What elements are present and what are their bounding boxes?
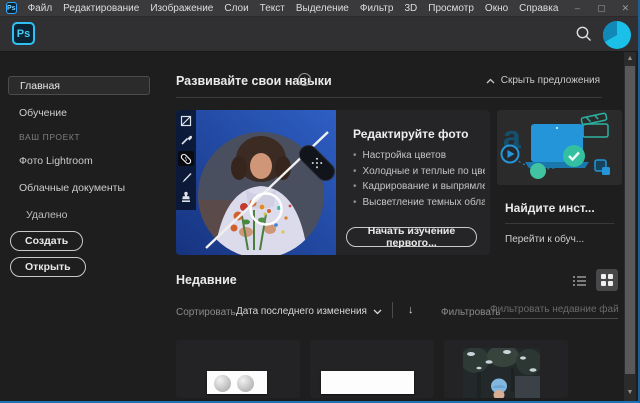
recent-file-tile[interactable]	[444, 340, 568, 398]
sidebar-item-learn[interactable]: Обучение	[19, 107, 67, 119]
edit-card-bullets: Настройка цветов Холодные и теплые по цв…	[353, 150, 485, 208]
hide-suggestions-link[interactable]: Скрыть предложения	[486, 75, 600, 86]
bullet-item: Высветление темных областей	[353, 197, 485, 208]
grid-view-button[interactable]	[596, 269, 618, 291]
photoshop-window: Ps Файл Редактирование Изображение Слои …	[0, 0, 640, 403]
sidebar-item-home[interactable]: Главная	[8, 76, 150, 95]
create-button[interactable]: Создать	[10, 231, 83, 251]
title-bar: Ps Файл Редактирование Изображение Слои …	[0, 0, 638, 17]
edit-photo-card[interactable]: Редактируйте фото Настройка цветов Холод…	[176, 110, 490, 255]
chevron-down-icon	[373, 309, 382, 315]
minimize-button[interactable]: –	[565, 0, 589, 16]
photoshop-logo[interactable]: Ps	[12, 22, 35, 45]
bullet-item: Настройка цветов	[353, 150, 485, 161]
menu-filter[interactable]: Фильтр	[356, 3, 398, 14]
bullet-item: Холодные и теплые по цвету из...	[353, 166, 485, 177]
menu-3d[interactable]: 3D	[400, 3, 421, 14]
menu-image[interactable]: Изображение	[146, 3, 217, 14]
go-to-learn-link[interactable]: Перейти к обуч...	[505, 234, 584, 245]
menu-view[interactable]: Просмотр	[424, 3, 478, 14]
menu-help[interactable]: Справка	[515, 3, 562, 14]
sidebar-item-cloud-docs[interactable]: Облачные документы	[19, 182, 125, 194]
sphere-graphic	[214, 375, 231, 392]
brush-tool-icon[interactable]	[178, 170, 194, 185]
hide-suggestions-label: Скрыть предложения	[501, 75, 600, 86]
menu-type[interactable]: Текст	[256, 3, 289, 14]
list-view-button[interactable]	[572, 273, 588, 289]
crop-tool-icon[interactable]	[178, 113, 194, 128]
find-tools-card[interactable]: a	[497, 110, 622, 255]
chevron-up-icon	[486, 78, 495, 84]
scrollbar[interactable]: ▲ ▼	[624, 52, 636, 401]
close-button[interactable]: ✕	[613, 0, 637, 16]
sort-divider	[392, 302, 393, 318]
scroll-down-button[interactable]: ▼	[624, 387, 636, 399]
sidebar: Главная Обучение ВАШ ПРОЕКТ Фото Lightro…	[0, 52, 160, 403]
bullet-item: Кадрирование и выпрямление...	[353, 181, 485, 192]
sort-direction-button[interactable]: ↓	[408, 304, 414, 316]
healing-brush-tool-icon[interactable]	[178, 151, 194, 166]
scroll-up-button[interactable]: ▲	[624, 53, 636, 65]
main-content: Развивайте свои навыки i Скрыть предложе…	[160, 52, 624, 403]
file-thumbnail	[321, 371, 414, 394]
grid-icon	[601, 274, 613, 286]
tools-card-divider	[505, 223, 614, 224]
edit-card-text: Редактируйте фото Настройка цветов Холод…	[336, 110, 490, 255]
sort-dropdown[interactable]: Дата последнего изменения	[236, 306, 382, 317]
sidebar-section-label: ВАШ ПРОЕКТ	[19, 132, 80, 142]
eyedropper-tool-icon[interactable]	[178, 132, 194, 147]
file-thumbnail	[463, 348, 540, 398]
info-icon[interactable]: i	[298, 73, 311, 86]
edit-card-title: Редактируйте фото	[353, 127, 485, 141]
tools-illustration: a	[497, 110, 622, 185]
sidebar-item-deleted[interactable]: Удалено	[26, 209, 67, 221]
app-bar: Ps	[0, 17, 638, 52]
menu-select[interactable]: Выделение	[292, 3, 353, 14]
window-controls: – ▢ ✕	[565, 0, 637, 16]
avatar[interactable]	[603, 21, 631, 49]
menu-layers[interactable]: Слои	[220, 3, 252, 14]
section-divider	[176, 97, 602, 98]
scroll-thumb[interactable]	[625, 66, 635, 374]
sphere-graphic	[237, 375, 254, 392]
sort-label: Сортировать	[176, 307, 236, 318]
recent-section-title: Недавние	[176, 273, 237, 287]
sort-dropdown-value: Дата последнего изменения	[236, 306, 367, 317]
sidebar-item-lightroom[interactable]: Фото Lightroom	[19, 155, 93, 167]
menu-edit[interactable]: Редактирование	[59, 3, 143, 14]
filter-input[interactable]	[490, 301, 618, 319]
start-tutorial-button[interactable]: Начать изучение первого...	[346, 227, 477, 247]
open-button[interactable]: Открыть	[10, 257, 86, 277]
recent-file-tile[interactable]	[176, 340, 300, 398]
recent-file-tile[interactable]	[310, 340, 434, 398]
ps-mini-icon: Ps	[6, 2, 17, 14]
tutorial-photo	[176, 110, 336, 255]
tool-strip	[176, 110, 196, 210]
clone-stamp-tool-icon[interactable]	[178, 189, 194, 204]
maximize-button[interactable]: ▢	[589, 0, 613, 16]
menu-window[interactable]: Окно	[481, 3, 512, 14]
search-icon[interactable]	[574, 24, 594, 44]
tools-card-title: Найдите инст...	[505, 201, 595, 215]
menu-file[interactable]: Файл	[24, 3, 57, 14]
